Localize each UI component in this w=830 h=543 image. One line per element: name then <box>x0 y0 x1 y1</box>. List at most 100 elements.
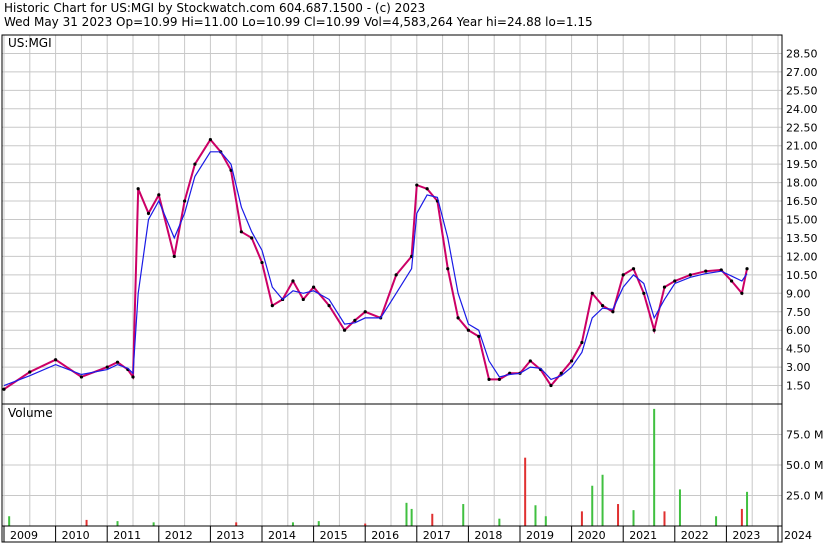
price-point <box>652 328 656 332</box>
price-point <box>466 328 470 332</box>
price-point <box>549 383 553 388</box>
price-y-tick-label: 10.50 <box>786 269 818 282</box>
price-y-ticks: 28.50 27.00 25.50 24.00 22.50 21.00 19.50 18.00… <box>786 47 818 392</box>
price-point <box>528 359 532 363</box>
price-point <box>590 291 594 295</box>
price-point <box>642 291 646 295</box>
volume-y-tick-label: 75.0 M <box>786 429 823 442</box>
price-y-tick-label: 21.00 <box>786 140 818 153</box>
volume-grid <box>2 404 782 526</box>
price-point <box>580 340 584 345</box>
price-y-tick-label: 15.00 <box>786 214 818 227</box>
price-point <box>688 273 692 277</box>
price-point <box>745 267 749 271</box>
price-point <box>79 375 83 379</box>
price-point <box>260 260 264 265</box>
volume-bar <box>746 491 749 526</box>
x-tick-label: 2018 <box>474 529 502 542</box>
price-point <box>394 273 398 277</box>
price-point <box>600 304 605 308</box>
price-point <box>193 162 197 166</box>
volume-bar <box>431 513 434 526</box>
volume-bar <box>580 511 583 526</box>
x-tick-label: 2021 <box>629 529 657 542</box>
price-point <box>208 137 212 142</box>
price-point <box>105 365 109 369</box>
volume-bar <box>405 502 408 526</box>
price-lines <box>2 137 749 391</box>
x-tick-label: 2009 <box>10 529 38 542</box>
price-y-tick-label: 24.00 <box>786 103 818 116</box>
price-point <box>312 285 316 289</box>
price-point <box>115 360 120 364</box>
volume-bar <box>116 521 119 526</box>
volume-bar <box>317 521 320 526</box>
volume-bar <box>601 474 604 526</box>
price-point <box>157 193 161 197</box>
price-point <box>2 387 6 391</box>
price-point <box>673 279 677 283</box>
volume-bar <box>653 408 656 526</box>
price-point <box>131 375 135 379</box>
price-y-tick-label: 25.50 <box>786 84 818 97</box>
price-point <box>415 183 419 187</box>
price-point <box>172 254 176 258</box>
x-axis-ticks: 2009 2010 2011 2012 2013 2014 2015 2016 2017 2018… <box>3 526 812 542</box>
price-y-tick-label: 12.00 <box>786 250 818 263</box>
volume-bar <box>291 522 294 526</box>
volume-bar <box>462 504 465 526</box>
price-y-tick-label: 4.50 <box>786 343 811 356</box>
price-point <box>662 285 667 289</box>
volume-panel-label: Volume <box>8 406 53 420</box>
price-point <box>353 318 357 322</box>
price-y-tick-label: 22.50 <box>786 121 818 134</box>
price-point <box>363 310 367 314</box>
price-point <box>301 297 305 302</box>
price-point <box>136 187 140 191</box>
volume-bar <box>678 489 681 526</box>
x-tick-label: 2016 <box>371 529 399 542</box>
price-point <box>250 236 254 240</box>
price-point <box>446 267 450 271</box>
price-series-line <box>3 137 748 391</box>
volume-bar <box>235 522 238 526</box>
price-point <box>497 377 501 381</box>
price-y-tick-label: 3.00 <box>786 361 811 374</box>
price-grid <box>2 35 782 404</box>
price-point <box>28 370 32 374</box>
price-y-tick-label: 18.00 <box>786 177 818 190</box>
price-point <box>291 279 295 283</box>
volume-bar <box>152 522 155 526</box>
price-point <box>146 211 151 215</box>
price-point <box>183 199 187 203</box>
price-point <box>631 267 636 271</box>
volume-bar <box>617 504 620 526</box>
price-y-tick-label: 28.50 <box>786 47 818 60</box>
price-point <box>487 377 491 381</box>
price-y-tick-label: 27.00 <box>786 66 818 79</box>
x-tick-label: 2012 <box>165 529 193 542</box>
price-point <box>342 328 347 332</box>
price-y-tick-label: 13.50 <box>786 232 818 245</box>
price-y-tick-label: 7.50 <box>786 306 811 319</box>
price-point <box>270 304 274 308</box>
volume-bar <box>740 508 743 526</box>
price-point <box>239 230 243 234</box>
price-series-line <box>3 151 748 387</box>
price-y-tick-label: 16.50 <box>786 195 818 208</box>
x-tick-label: 2014 <box>268 529 296 542</box>
volume-y-ticks: 75.0 M 50.0 M 25.0 M <box>786 429 823 503</box>
x-tick-label: 2013 <box>216 529 244 542</box>
volume-bars <box>8 408 749 526</box>
price-y-tick-label: 6.00 <box>786 324 811 337</box>
volume-y-tick-label: 25.0 M <box>786 490 823 503</box>
price-point <box>425 187 429 191</box>
x-tick-label: 2023 <box>732 529 760 542</box>
price-panel-label: US:MGI <box>8 36 52 50</box>
price-point <box>456 316 460 320</box>
volume-bar <box>498 518 501 526</box>
volume-bar <box>534 505 537 526</box>
price-point <box>327 304 331 308</box>
x-tick-label: 2017 <box>423 529 451 542</box>
price-point <box>704 269 708 273</box>
